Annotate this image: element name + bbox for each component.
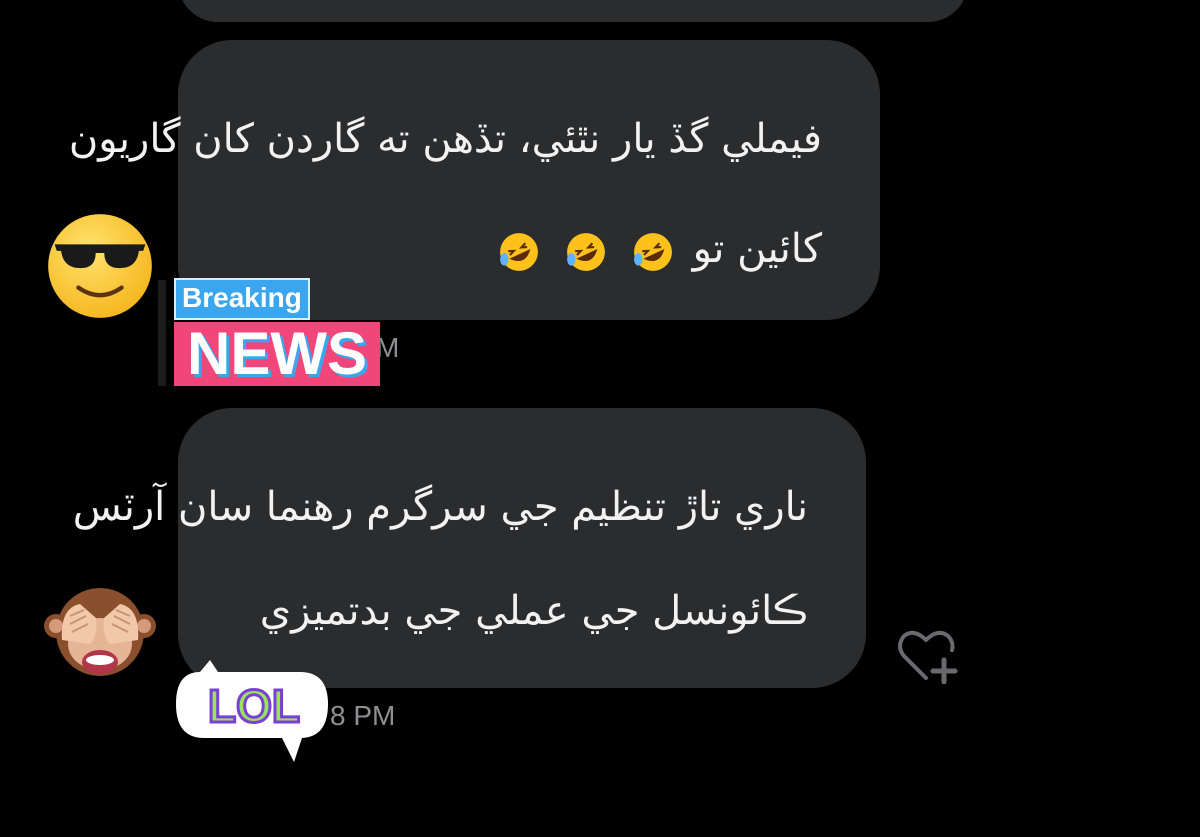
message-timestamp: 8 PM <box>330 700 396 731</box>
message-text: کائين تو <box>692 226 822 272</box>
heart-add-reaction-icon[interactable] <box>894 626 958 684</box>
rolling-on-floor-laughing-icon <box>633 233 672 271</box>
see-no-evil-monkey-icon[interactable] <box>40 578 160 688</box>
lol-label: LOL <box>207 679 302 734</box>
news-label: NEWS <box>174 322 380 386</box>
sticker-shadow <box>158 280 166 386</box>
message-bubble[interactable]: ناري تاڙ تنظيم جي سرگرم رهنما سان آرٽس ڪ… <box>73 408 866 688</box>
breaking-label: Breaking <box>174 278 310 320</box>
smiling-face-with-sunglasses-icon[interactable] <box>46 212 154 320</box>
breaking-news-sticker[interactable]: Breaking NEWS <box>158 276 386 392</box>
message-bubble-previous[interactable] <box>178 0 968 22</box>
message-text-line: ناري تاڙ تنظيم جي سرگرم رهنما سان آرٽس <box>72 484 808 530</box>
rolling-on-floor-laughing-icon <box>567 233 606 271</box>
message-text-line: ڪائونسل جي عملي جي بدتميزي <box>259 588 808 634</box>
rolling-on-floor-laughing-icon <box>500 233 539 271</box>
message-text-line: کائين تو <box>492 226 822 273</box>
lol-sticker[interactable]: LOL <box>170 658 334 766</box>
message-text-line: فيملي گڏ يار نٿئي، تڏهن ته گاردن کان گار… <box>68 116 822 162</box>
